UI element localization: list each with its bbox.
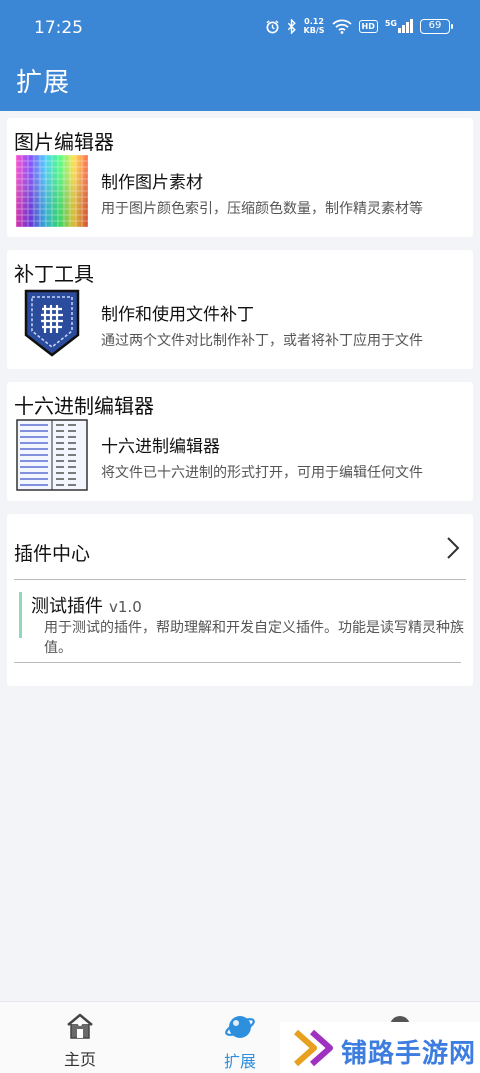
page-title: 扩展 xyxy=(16,68,71,98)
plugin-item[interactable]: 测试插件 v1.0 用于测试的插件，帮助理解和开发自定义插件。功能是读写精灵种族值… xyxy=(19,590,464,658)
plugin-name: 测试插件 xyxy=(31,596,103,617)
card-image-editor[interactable]: 图片编辑器 制作图片素材 用于图片颜色索引，压缩颜色数量，制作精灵素材等 xyxy=(7,118,473,237)
watermark: 铺路手游网 xyxy=(280,1022,480,1073)
card-title: 图片编辑器 xyxy=(14,130,114,154)
chevron-right-icon[interactable] xyxy=(443,534,463,562)
card-description: 用于图片颜色索引，压缩颜色数量，制作精灵素材等 xyxy=(101,201,423,217)
net-speed-value: 0.12 xyxy=(304,17,324,26)
plugin-accent-bar xyxy=(19,592,22,638)
tab-label: 扩展 xyxy=(223,1052,256,1071)
status-time: 17:25 xyxy=(34,18,83,38)
plugin-description: 用于测试的插件，帮助理解和开发自定义插件。功能是读写精灵种族值。 xyxy=(44,620,464,656)
card-hex-editor[interactable]: 十六进制编辑器 十六进制编辑器 将文件已十六进制的形式打开，可用于编辑任何文件 xyxy=(7,382,473,501)
plugin-center-card: 插件中心 测试插件 v1.0 用于测试的插件，帮助理解和开发自定义插件。功能是读写… xyxy=(7,514,473,686)
home-icon xyxy=(67,1013,93,1039)
card-description: 通过两个文件对比制作补丁，或者将补丁应用于文件 xyxy=(101,333,423,349)
plugin-center-title[interactable]: 插件中心 xyxy=(14,539,90,566)
planet-icon xyxy=(225,1016,255,1038)
app-bar: 17:25 0.12 KB/S HD 5G 69 扩展 xyxy=(0,0,480,111)
battery-indicator: 69 xyxy=(420,18,453,34)
plugin-version: v1.0 xyxy=(109,598,142,616)
divider xyxy=(14,662,461,663)
status-bar: 17:25 0.12 KB/S HD 5G 69 xyxy=(0,0,480,56)
status-icons: 0.12 KB/S HD 5G 69 xyxy=(265,17,453,35)
patch-badge-icon xyxy=(24,289,80,357)
card-subtitle: 制作和使用文件补丁 xyxy=(101,305,254,325)
card-subtitle: 十六进制编辑器 xyxy=(101,437,220,457)
tab-home[interactable]: 主页 xyxy=(30,1012,130,1070)
card-title: 补丁工具 xyxy=(14,262,94,286)
card-subtitle: 制作图片素材 xyxy=(101,173,203,193)
hex-dump-icon xyxy=(16,419,88,491)
card-title: 十六进制编辑器 xyxy=(14,394,154,418)
watermark-logo-icon xyxy=(294,1029,333,1067)
card-description: 将文件已十六进制的形式打开，可用于编辑任何文件 xyxy=(101,465,423,481)
card-patch-tool[interactable]: 补丁工具 制作和使用文件补丁 通过两个文件对比制作补丁，或者将补丁应用于文件 xyxy=(7,250,473,369)
tab-extensions[interactable]: 扩展 xyxy=(190,1012,290,1072)
net-speed: 0.12 KB/S xyxy=(304,17,325,35)
wifi-icon xyxy=(331,19,352,34)
plugin-name-line: 测试插件 v1.0 xyxy=(31,592,142,618)
net-speed-unit: KB/S xyxy=(303,26,325,35)
signal-label: 5G xyxy=(384,19,397,28)
color-palette-grid-icon xyxy=(16,155,88,227)
bluetooth-icon xyxy=(287,18,296,34)
hd-badge: HD xyxy=(358,19,378,33)
divider xyxy=(14,579,466,580)
signal-icon: 5G xyxy=(385,19,413,33)
tab-label: 主页 xyxy=(63,1050,96,1069)
alarm-icon xyxy=(265,19,279,33)
watermark-text: 铺路手游网 xyxy=(341,1039,477,1069)
